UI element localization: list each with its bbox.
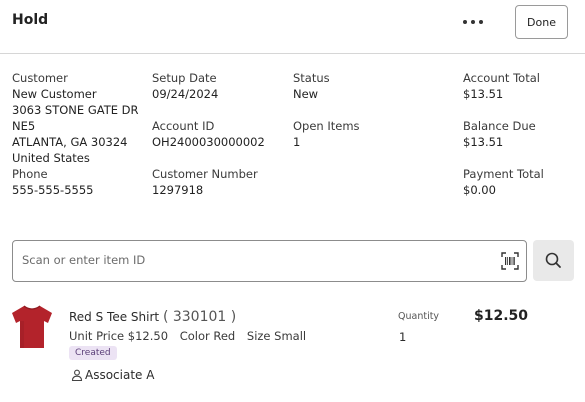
item-name[interactable]: Red S Tee Shirt ( 330101 ) bbox=[69, 309, 236, 325]
status-badge: Created bbox=[69, 346, 117, 360]
open-items-info: Open Items 1 bbox=[293, 118, 360, 150]
associate: Associate A bbox=[71, 368, 154, 382]
item-id-input[interactable] bbox=[13, 241, 492, 279]
page-header: Hold Done bbox=[0, 0, 585, 54]
account-id-info: Account ID OH2400030000002 bbox=[152, 118, 265, 150]
customer-number-value: 1297918 bbox=[152, 183, 204, 197]
item-name-text: Red S Tee Shirt bbox=[69, 310, 160, 324]
balance-due-label: Balance Due bbox=[463, 119, 536, 133]
size-value: Small bbox=[274, 329, 307, 343]
color-label: Color bbox=[179, 329, 210, 343]
customer-number-info: Customer Number 1297918 bbox=[152, 166, 258, 198]
unit-price-value: $12.50 bbox=[127, 329, 169, 343]
setup-date-info: Setup Date 09/24/2024 bbox=[152, 70, 218, 102]
balance-due-value: $13.51 bbox=[463, 135, 504, 149]
phone-value: 555-555-5555 bbox=[12, 183, 94, 197]
customer-info: Customer New Customer 3063 STONE GATE DR… bbox=[12, 70, 139, 198]
search-button[interactable] bbox=[533, 240, 574, 281]
item-details: Unit Price $12.50 Color Red Size Small bbox=[69, 329, 306, 343]
quantity-value: 1 bbox=[399, 330, 407, 344]
item-price: $12.50 bbox=[474, 308, 529, 324]
phone-label: Phone bbox=[12, 167, 48, 181]
customer-name: New Customer bbox=[12, 87, 97, 101]
associate-name: Associate A bbox=[85, 368, 155, 382]
payment-total-value: $0.00 bbox=[463, 183, 496, 197]
account-id-label: Account ID bbox=[152, 119, 215, 133]
barcode-scan-icon[interactable] bbox=[501, 252, 519, 270]
customer-address-line1: 3063 STONE GATE DR bbox=[12, 103, 139, 117]
setup-date-label: Setup Date bbox=[152, 71, 217, 85]
tshirt-image bbox=[12, 305, 52, 348]
status-value: New bbox=[293, 87, 319, 101]
more-options-icon[interactable] bbox=[458, 10, 488, 34]
customer-city-state-zip: ATLANTA, GA 30324 bbox=[12, 135, 128, 149]
done-button[interactable]: Done bbox=[515, 5, 568, 39]
color-value: Red bbox=[213, 329, 236, 343]
account-total-value: $13.51 bbox=[463, 87, 504, 101]
customer-number-label: Customer Number bbox=[152, 167, 258, 181]
search-icon bbox=[545, 252, 561, 268]
quantity-label: Quantity bbox=[398, 311, 440, 322]
account-total-info: Account Total $13.51 bbox=[463, 70, 540, 102]
setup-date-value: 09/24/2024 bbox=[152, 87, 219, 101]
account-id-value: OH2400030000002 bbox=[152, 135, 265, 149]
page-title: Hold bbox=[12, 12, 49, 28]
customer-label: Customer bbox=[12, 71, 68, 85]
account-total-label: Account Total bbox=[463, 71, 540, 85]
customer-address-line2: NE5 bbox=[12, 119, 36, 133]
payment-total-label: Payment Total bbox=[463, 167, 544, 181]
item-code: ( 330101 ) bbox=[162, 309, 237, 325]
balance-due-info: Balance Due $13.51 bbox=[463, 118, 536, 150]
payment-total-info: Payment Total $0.00 bbox=[463, 166, 544, 198]
status-label: Status bbox=[293, 71, 330, 85]
status-info: Status New bbox=[293, 70, 330, 102]
customer-country: United States bbox=[12, 151, 90, 165]
user-icon bbox=[71, 369, 83, 381]
open-items-label: Open Items bbox=[293, 119, 360, 133]
item-search-box bbox=[12, 240, 527, 282]
unit-price-label: Unit Price bbox=[69, 329, 125, 343]
size-label: Size bbox=[246, 329, 271, 343]
open-items-value: 1 bbox=[293, 135, 301, 149]
